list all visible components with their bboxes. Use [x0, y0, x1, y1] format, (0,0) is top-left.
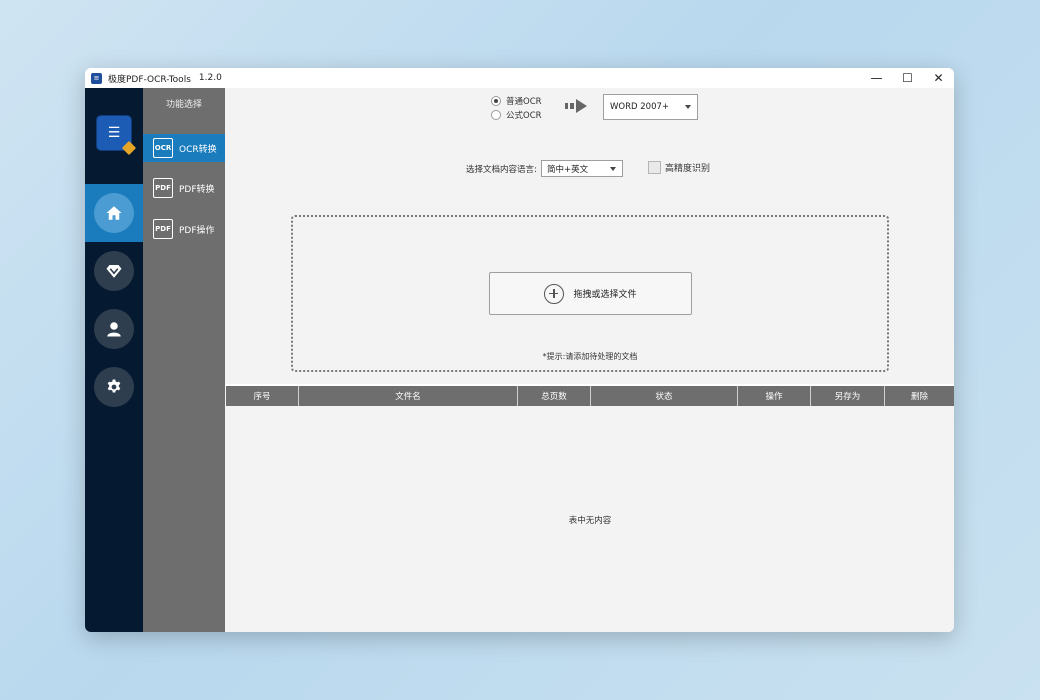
app-logo: ☰ [97, 116, 131, 150]
radio-normal-ocr[interactable]: 普通OCR [491, 94, 542, 108]
minimize-button[interactable]: — [861, 68, 892, 88]
table-empty-message: 表中无内容 [568, 516, 612, 526]
function-submenu: 功能选择 OCR OCR转换 PDF PDF转换 PDF PDF操作 [143, 88, 225, 632]
submenu-item-label: PDF操作 [179, 225, 215, 236]
submenu-item-pdf-convert[interactable]: PDF PDF转换 [143, 174, 225, 202]
radio-label: 普通OCR [506, 97, 542, 107]
arrow-right-icon [565, 99, 587, 113]
chevron-down-icon [685, 105, 691, 109]
column-header-filename: 文件名 [299, 386, 518, 406]
close-button[interactable]: ✕ [923, 68, 954, 88]
submenu-item-ocr[interactable]: OCR OCR转换 [143, 134, 225, 162]
chevron-down-icon [610, 167, 616, 171]
user-icon [107, 322, 121, 337]
radio-label: 公式OCR [506, 111, 542, 121]
radio-button[interactable] [491, 110, 501, 120]
nav-vip[interactable] [85, 242, 143, 300]
window-title: 极度PDF-OCR-Tools [108, 74, 191, 85]
column-header-action: 操作 [738, 386, 811, 406]
nav-settings[interactable] [85, 358, 143, 416]
diamond-icon [106, 265, 122, 278]
pdf-convert-icon: PDF [153, 178, 173, 198]
select-file-button[interactable]: 拖拽或选择文件 [489, 272, 692, 315]
column-header-status: 状态 [591, 386, 738, 406]
submenu-item-label: OCR转换 [179, 144, 217, 155]
language-select[interactable]: 简中+英文 [541, 160, 623, 177]
column-header-save-as: 另存为 [811, 386, 885, 406]
submenu-item-pdf-operate[interactable]: PDF PDF操作 [143, 215, 225, 243]
language-value: 简中+英文 [547, 164, 589, 175]
ocr-icon: OCR [153, 138, 173, 158]
app-icon: ≡ [91, 72, 102, 84]
high-precision-toggle[interactable]: 高精度识别 [648, 161, 710, 174]
pdf-operate-icon: PDF [153, 219, 173, 239]
home-icon [106, 206, 122, 220]
column-header-index: 序号 [226, 386, 299, 406]
gear-icon [107, 379, 121, 393]
high-precision-label: 高精度识别 [665, 164, 711, 174]
high-precision-checkbox[interactable] [648, 161, 661, 174]
output-format-select[interactable]: WORD 2007+ [603, 94, 698, 120]
submenu-item-label: PDF转换 [179, 184, 215, 195]
dropzone-hint: *提示:请添加待处理的文档 [542, 352, 638, 361]
maximize-button[interactable]: ☐ [892, 68, 923, 88]
select-file-label: 拖拽或选择文件 [573, 290, 637, 300]
nav-user[interactable] [85, 300, 143, 358]
add-circle-icon [544, 283, 565, 304]
radio-button[interactable] [491, 96, 501, 106]
output-format-value: WORD 2007+ [610, 102, 670, 112]
app-window: ≡ 极度PDF-OCR-Tools 1.2.0 — ☐ ✕ ☰ 功能选择 OCR… [85, 68, 954, 632]
nav-home[interactable] [85, 184, 143, 242]
window-version: 1.2.0 [198, 73, 222, 83]
left-nav: ☰ [85, 88, 143, 632]
ocr-mode-group: 普通OCR 公式OCR [491, 94, 542, 122]
file-dropzone[interactable]: 拖拽或选择文件 *提示:请添加待处理的文档 [291, 215, 889, 372]
radio-formula-ocr[interactable]: 公式OCR [491, 108, 542, 122]
file-table-header: 序号 文件名 总页数 状态 操作 另存为 删除 [226, 386, 954, 406]
language-label: 选择文档内容语言: [466, 165, 537, 175]
submenu-title: 功能选择 [165, 100, 202, 110]
title-bar: ≡ 极度PDF-OCR-Tools 1.2.0 — ☐ ✕ [85, 68, 954, 88]
main-panel: 普通OCR 公式OCR WORD 2007+ 选择文档内容语言: 简中+英文 高… [225, 88, 954, 632]
column-header-delete: 删除 [910, 392, 928, 402]
column-header-pages: 总页数 [518, 386, 591, 406]
